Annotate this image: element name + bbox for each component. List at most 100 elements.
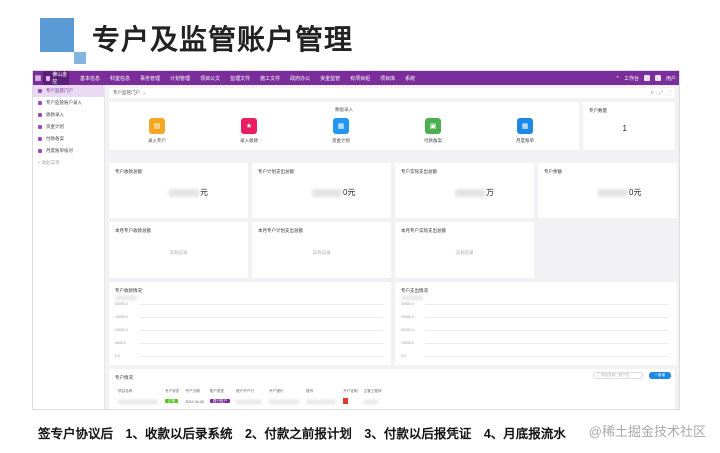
bell-icon[interactable]: ◔ <box>615 75 619 81</box>
stat-card: 专户余额 0元 <box>538 163 677 218</box>
column-header[interactable]: 开户日期 <box>182 387 206 396</box>
column-header[interactable]: 开户证明 <box>340 387 360 396</box>
table-header-row: 项目名称 专户状态 开户日期 账户类型 账户开户行 开户银行 账号 开户证明 主管工程师 <box>115 387 384 396</box>
status-badge: 正常 <box>165 399 179 403</box>
card-title: 专户余额 <box>544 169 562 174</box>
tab-tools: ↻ ⤢ ⛶ <box>650 90 671 96</box>
quick-entry-label: 资金计划 <box>332 138 350 143</box>
cell-project <box>115 396 162 407</box>
nav-item[interactable]: 基本信息 <box>75 75 105 82</box>
stat-amount: 元 <box>169 187 208 198</box>
nav-item[interactable]: 系统 <box>400 75 420 82</box>
gridline <box>425 304 669 305</box>
menu-icon <box>38 149 42 153</box>
workbench-link[interactable]: 工作台 <box>624 75 639 82</box>
table-title: 专户情况 <box>115 375 133 380</box>
sidebar-item-label: 付款备案 <box>46 136 64 141</box>
nav-item[interactable]: 资金监管 <box>315 75 345 82</box>
monthly-card: 本月专户收款总额 没有记录 <box>109 222 248 278</box>
gridline <box>139 343 383 344</box>
column-header[interactable]: 账户类型 <box>207 387 233 396</box>
sidebar-item[interactable]: 资金计划 <box>33 121 104 133</box>
table-row[interactable]: 正常 2022-04-08 银行账户 <box>115 396 384 407</box>
account-table: 项目名称 专户状态 开户日期 账户类型 账户开户行 开户银行 账号 开户证明 主管工程师 正常 … <box>115 387 384 407</box>
nav-item[interactable]: 有项目组 <box>345 75 375 82</box>
sidebar-item[interactable]: 专户监管账户录入 <box>33 97 104 109</box>
sidebar-item[interactable]: 月度账单核对 <box>33 145 104 157</box>
quick-entry-item[interactable]: ▦ 月度账单 <box>505 118 545 144</box>
cell-account-bank <box>233 396 266 407</box>
user-menu[interactable]: 用户 <box>666 75 676 82</box>
nav-item[interactable]: 项目库 <box>375 75 400 82</box>
nav-item[interactable]: 计划管理 <box>165 75 195 82</box>
column-header[interactable]: 主管工程师 <box>361 387 385 396</box>
refresh-icon[interactable]: ↻ <box>650 90 654 96</box>
app-screenshot: ▦ 佛山金控 基本信息 科室信息 事务管理 计划管理 项目公文 监理文件 施工文件 政府办公资… <box>32 70 680 410</box>
quick-entry-item[interactable]: ▦ 资金计划 <box>321 118 361 144</box>
redacted-value <box>312 188 342 197</box>
nav-item[interactable]: 项目公文 <box>195 75 225 82</box>
nav-item[interactable]: 监理文件 <box>225 75 255 82</box>
menu-icon <box>38 137 42 141</box>
watermark: @稀土掘金技术社区 <box>588 424 706 439</box>
chart-card: 专户收款情况 20000.0 15000.0 10000.0 5000.0 0.0 <box>109 282 391 365</box>
redacted-value <box>169 188 199 197</box>
fullscreen-icon[interactable]: ⛶ <box>668 90 671 96</box>
expand-icon[interactable]: ⤢ <box>659 90 663 96</box>
stat-suffix: 0元 <box>343 188 356 197</box>
cell-account-no <box>303 396 340 407</box>
nav-item[interactable]: 科室信息 <box>105 75 135 82</box>
column-header[interactable]: 专户状态 <box>162 387 182 396</box>
redacted-value <box>401 296 423 300</box>
quick-entry-item[interactable]: ★ 录入收款 <box>229 118 269 144</box>
message-icon[interactable] <box>654 75 661 81</box>
nav-item[interactable]: 施工文件 <box>255 75 285 82</box>
redacted-value <box>455 188 485 197</box>
sidebar-item[interactable]: 付款备案 <box>33 133 104 145</box>
card-title: 本月专户实际支出总额 <box>401 228 446 233</box>
column-header[interactable]: 账户开户行 <box>233 387 266 396</box>
quick-entry-item[interactable]: ▣ 付款备案 <box>413 118 453 144</box>
card-title: 本月专户计划支出总额 <box>258 228 303 233</box>
slide-title: 专户及监管账户管理 <box>92 24 354 55</box>
add-account-button[interactable]: + 新增 <box>649 372 671 379</box>
table-search-input[interactable]: ○ 项目名称、账户名 <box>593 372 643 379</box>
app-logo[interactable]: 佛山金控 <box>43 71 69 85</box>
apps-grid-icon[interactable]: ▦ <box>33 74 43 82</box>
empty-state: 没有记录 <box>169 250 188 255</box>
stat-suffix: 万 <box>486 188 494 197</box>
nav-item[interactable]: 事务管理 <box>135 75 165 82</box>
top-navbar: ▦ 佛山金控 基本信息 科室信息 事务管理 计划管理 项目公文 监理文件 施工文件 政府办公资… <box>33 71 679 85</box>
pdf-icon[interactable] <box>343 398 349 404</box>
doc-icon: ▦ <box>333 118 349 134</box>
title-decoration <box>40 18 74 52</box>
sidebar-item-label: 资金计划 <box>46 124 64 129</box>
card-title: 专户收款情况 <box>115 288 142 293</box>
slide-caption: 签专户协议后 1、收款以后录系统 2、付款之前报计划 3、付款以后报凭证 4、月… <box>38 427 566 441</box>
image-icon: ▣ <box>425 118 441 134</box>
sidebar-item-label: 专户监管门户 <box>46 88 73 93</box>
stat-suffix: 0元 <box>629 188 642 197</box>
search-placeholder: 项目名称、账户名 <box>601 373 630 377</box>
sidebar-item-label: 月度账单核对 <box>46 148 73 153</box>
nav-item[interactable]: 政府办公 <box>285 75 315 82</box>
column-header[interactable]: 开户银行 <box>266 387 303 396</box>
stat-card: 专户收款总额元 <box>109 163 248 218</box>
axis-tick-label: 20000.0 <box>401 328 414 332</box>
column-header[interactable]: 项目名称 <box>115 387 162 396</box>
tab-portal[interactable]: 专户监管门户 × <box>113 90 146 96</box>
quick-entry-item[interactable]: ▤ 录入专户 <box>137 118 177 144</box>
column-header[interactable]: 账号 <box>303 387 340 396</box>
close-icon[interactable]: × <box>143 91 146 96</box>
sidebar-collapse-button[interactable]: « 收起菜单 <box>33 157 104 169</box>
menu-icon <box>38 113 42 117</box>
quick-entry-panel: 数据录入 ▤ 录入专户 ★ 录入收款 ▦ 资金计划 ▣ 付款备案 ▦ 月度账单 <box>109 102 579 150</box>
gridline <box>425 356 669 357</box>
sidebar-item[interactable]: 专户监管门户 <box>33 85 104 97</box>
stat-amount: 0元 <box>598 187 641 198</box>
sidebar-item[interactable]: 收款录入 <box>33 109 104 121</box>
sidebar-item-label: 专户监管账户录入 <box>46 100 82 105</box>
axis-tick-label: 0.0 <box>115 354 120 358</box>
search-icon[interactable] <box>643 75 650 81</box>
tab-bar: 专户监管门户 × ↻ ⤢ ⛶ <box>109 88 675 98</box>
